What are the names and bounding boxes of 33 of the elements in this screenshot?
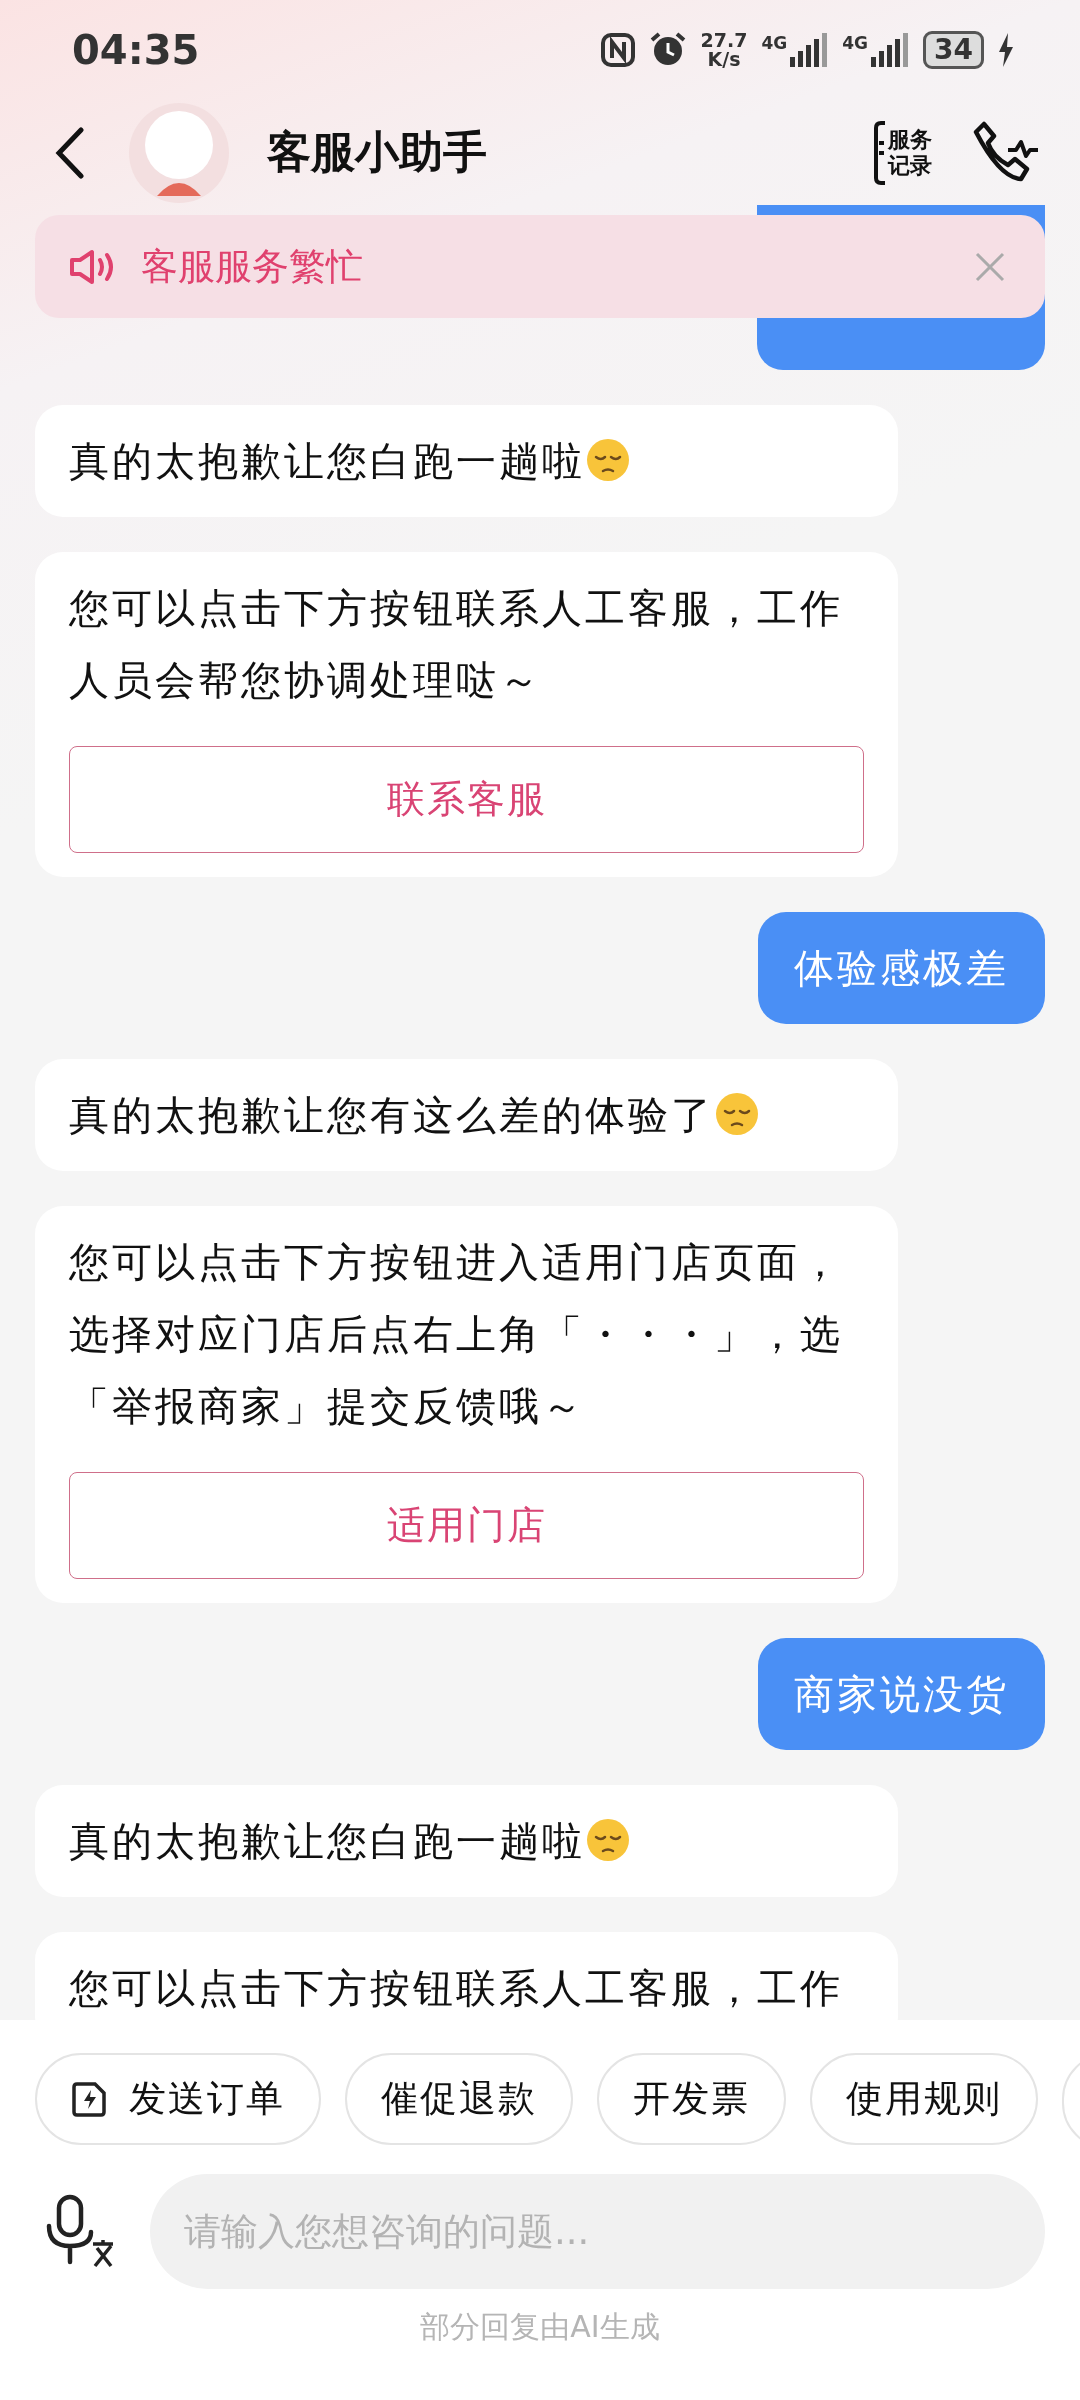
- bracket-icon: [874, 120, 886, 185]
- network-type: 4G: [842, 33, 869, 53]
- net-speed-unit: K/s: [707, 50, 741, 69]
- message-text: 您可以点击下方按钮联系人工客服，工作: [69, 1965, 843, 2011]
- lightning-document-icon: [71, 2080, 109, 2118]
- voice-input-icon[interactable]: [45, 2193, 115, 2270]
- battery-indicator: 34: [923, 31, 984, 69]
- back-icon[interactable]: [55, 126, 85, 179]
- message-text: 您可以点击下方按钮进入适用门店页面，选择对应门店后点右上角「・・・」，选「举报商家」提交反馈哦～: [69, 1238, 844, 1431]
- message-text: 商家说没货: [794, 1671, 1009, 1717]
- message-text: 真的太抱歉让您白跑一趟啦: [69, 438, 585, 484]
- signal-icon: [788, 33, 829, 67]
- message-text: 真的太抱歉让您有这么差的体验了: [69, 1092, 714, 1138]
- chat-title: 客服小助手: [267, 125, 488, 179]
- status-time: 04:35: [72, 27, 200, 73]
- quick-action-chip[interactable]: 开发票: [597, 2053, 786, 2145]
- message-text: 真的太抱歉让您白跑一趟啦: [69, 1818, 585, 1864]
- notice-text: 客服服务繁忙: [141, 243, 364, 290]
- action-button[interactable]: 适用门店: [69, 1472, 864, 1579]
- nfc-icon: [600, 33, 635, 67]
- quick-action-chip[interactable]: 催促退款: [345, 2053, 573, 2145]
- service-records-button[interactable]: 服务 记录: [874, 120, 932, 185]
- network-type: 4G: [761, 33, 788, 53]
- message-input[interactable]: 请输入您想咨询的问题...: [150, 2174, 1045, 2289]
- action-button[interactable]: 联系客服: [69, 746, 864, 853]
- message-text: 您可以点击下方按钮联系人工客服，工作人员会帮您协调处理哒～: [69, 584, 844, 705]
- net-speed-value: 27.7: [700, 31, 748, 50]
- message-text: 体验感极差: [794, 945, 1009, 991]
- ai-disclaimer: 部分回复由AI生成: [419, 2308, 661, 2346]
- quick-action-chip[interactable]: 使用规则: [810, 2053, 1038, 2145]
- quick-action-chip[interactable]: 发送订单: [35, 2053, 321, 2145]
- alarm-icon: [648, 32, 687, 68]
- signal-icon: [869, 33, 910, 67]
